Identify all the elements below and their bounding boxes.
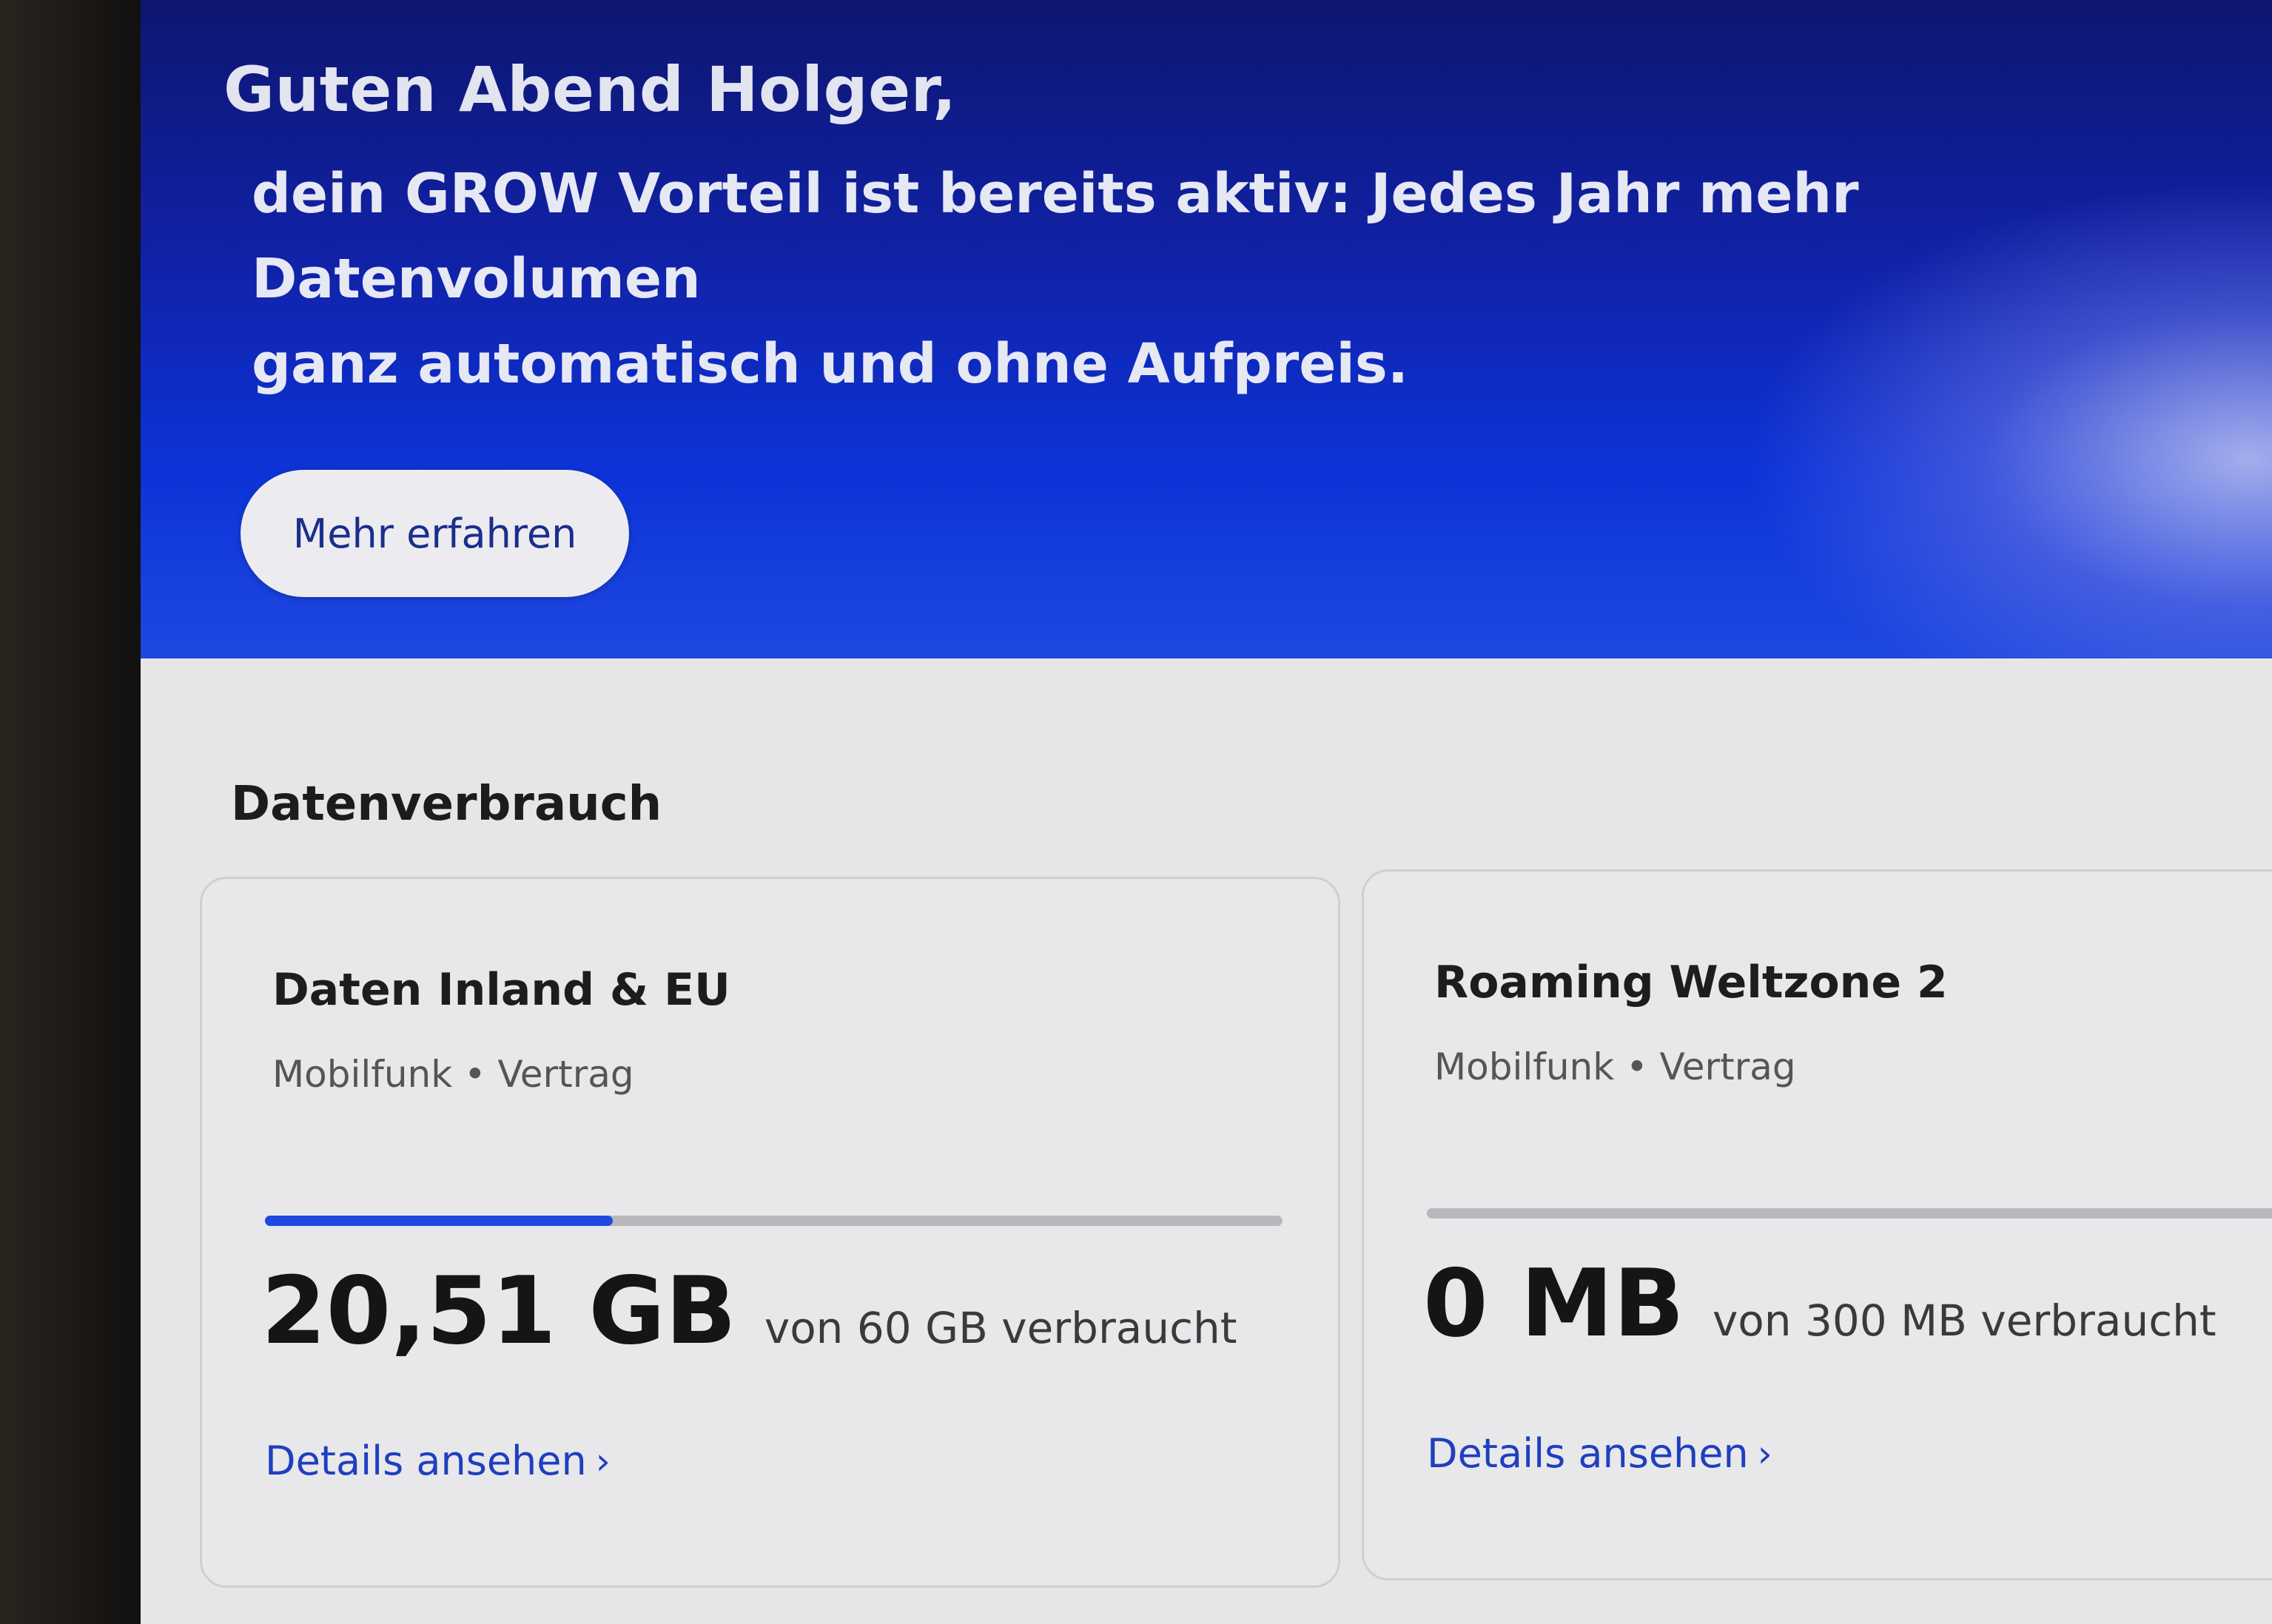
usage-progress-bar [265,1216,1283,1226]
card-subtitle: Mobilfunk • Vertrag [272,1053,634,1096]
promo-banner: Guten Abend Holger, dein GROW Vorteil is… [141,0,2272,658]
usage-amount: 0 MB [1423,1249,1684,1358]
usage-progress-bar [1427,1208,2272,1219]
chevron-right-icon: › [595,1439,611,1483]
usage-progress-fill [265,1216,614,1226]
usage-card-domestic: Daten Inland & EU Mobilfunk • Vertrag 20… [200,877,1340,1588]
card-subtitle: Mobilfunk • Vertrag [1434,1045,1796,1088]
learn-more-button[interactable]: Mehr erfahren [241,470,629,597]
details-link-label: Details ansehen [1427,1430,1749,1477]
card-title: Daten Inland & EU [272,964,730,1016]
usage-amount: 20,51 GB [261,1256,736,1365]
usage-card-roaming: Roaming Weltzone 2 Mobilfunk • Vertrag 0… [1362,869,2272,1580]
usage-limit-text: von 60 GB verbraucht [764,1303,1237,1353]
details-link[interactable]: Details ansehen › [265,1438,611,1484]
details-link[interactable]: Details ansehen › [1427,1430,1772,1477]
usage-summary: 0 MB von 300 MB verbraucht [1423,1249,2216,1358]
usage-limit-text: von 300 MB verbraucht [1712,1296,2216,1346]
promo-text: dein GROW Vorteil ist bereits aktiv: Jed… [252,162,1859,396]
card-title: Roaming Weltzone 2 [1434,957,1948,1008]
app-screen: Guten Abend Holger, dein GROW Vorteil is… [141,0,2272,1624]
data-usage-heading: Datenverbrauch [231,777,662,832]
usage-summary: 20,51 GB von 60 GB verbraucht [261,1256,1237,1365]
details-link-label: Details ansehen [265,1438,587,1484]
greeting-heading: Guten Abend Holger, [223,53,957,126]
chevron-right-icon: › [1757,1432,1772,1475]
